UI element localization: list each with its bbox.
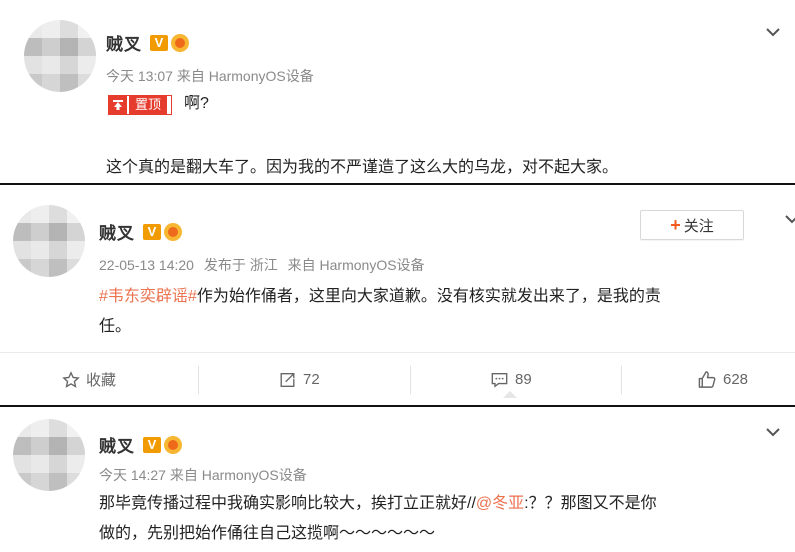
mention-link[interactable]: @冬亚	[476, 495, 524, 512]
vip-badge-icon: V	[150, 34, 168, 51]
post-meta: 今天 14:27 来自 HarmonyOS设备	[99, 467, 307, 483]
action-divider	[198, 366, 199, 394]
pinned-badge: 置顶	[108, 95, 173, 115]
favorite-button[interactable]: 收藏	[62, 353, 116, 405]
repost-count: 72	[303, 371, 320, 388]
username[interactable]: 贼叉	[106, 30, 142, 55]
post-text: 那毕竟传播过程中我确实影响比较大，挨打立正就好//@冬亚:？？那图又不是你 做的…	[99, 489, 789, 549]
post-source: 来自 HarmonyOS设备	[287, 257, 425, 273]
post-date[interactable]: 22-05-13 14:20	[99, 257, 194, 273]
post-text-line1: 作为始作俑者，这里向大家道歉。没有核实就发出来了，是我的责	[196, 288, 661, 305]
comment-icon	[491, 372, 508, 388]
username[interactable]: 贼叉	[99, 219, 135, 244]
avatar[interactable]	[24, 20, 96, 92]
post-card-1: 贼叉 V 今天 13:07 来自 HarmonyOS设备 置顶 啊? 这个真的是…	[0, 0, 795, 183]
star-icon	[62, 370, 80, 388]
pin-icon	[109, 96, 127, 114]
post-text-line1a: 那毕竟传播过程中我确实影响比较大，挨打立正就好//	[99, 495, 476, 512]
post-text: #韦东奕辟谣#作为始作俑者，这里向大家道歉。没有核实就发出来了，是我的责 任。	[99, 282, 789, 342]
action-divider	[410, 366, 411, 394]
follow-label: 关注	[683, 217, 714, 235]
follow-button[interactable]: + 关注	[640, 210, 744, 240]
comment-count: 89	[515, 371, 532, 388]
plus-icon: +	[670, 214, 681, 235]
vip-badge-icon: V	[143, 436, 161, 453]
post-text-line1b: :？？那图又不是你	[524, 495, 657, 512]
like-icon	[698, 371, 716, 388]
post-card-2: 贼叉 V + 关注 22-05-13 14:20 发布于 浙江 来自 Harmo…	[0, 185, 795, 405]
avatar[interactable]	[13, 419, 85, 491]
vip-badge-icon: V	[143, 223, 161, 240]
repost-button[interactable]: 72	[278, 353, 320, 405]
post-location: 发布于 浙江	[203, 257, 278, 273]
medal-icon	[164, 435, 182, 454]
post-card-3: 贼叉 V 今天 14:27 来自 HarmonyOS设备 那毕竟传播过程中我确实…	[0, 407, 795, 552]
post-meta: 22-05-13 14:20 发布于 浙江 来自 HarmonyOS设备	[99, 255, 431, 275]
pinned-label: 置顶	[129, 96, 168, 114]
post-meta: 今天 13:07 来自 HarmonyOS设备	[106, 68, 314, 84]
pinned-text: 啊?	[184, 95, 209, 112]
action-divider	[621, 366, 622, 394]
chevron-down-icon[interactable]	[765, 24, 781, 40]
chevron-down-icon[interactable]	[765, 424, 781, 440]
repost-icon	[280, 372, 295, 387]
medal-icon	[171, 33, 189, 52]
comment-caret	[503, 391, 517, 398]
username[interactable]: 贼叉	[99, 432, 135, 457]
like-button[interactable]: 628	[697, 353, 748, 405]
avatar[interactable]	[13, 205, 85, 277]
medal-icon	[164, 222, 182, 241]
post-text-line2: 任。	[99, 318, 132, 335]
chevron-down-icon[interactable]	[784, 211, 795, 227]
favorite-label: 收藏	[86, 372, 117, 389]
hashtag-link[interactable]: #韦东奕辟谣#	[99, 288, 197, 305]
action-bar: 收藏 72 89 628	[0, 352, 795, 405]
post-text: 这个真的是翻大车了。因为我的不严谨造了这么大的乌龙，对不起大家。	[106, 159, 619, 176]
post-text-line2: 做的，先别把始作俑往自己这揽啊～～～～～～	[99, 525, 436, 542]
like-count: 628	[723, 371, 749, 388]
